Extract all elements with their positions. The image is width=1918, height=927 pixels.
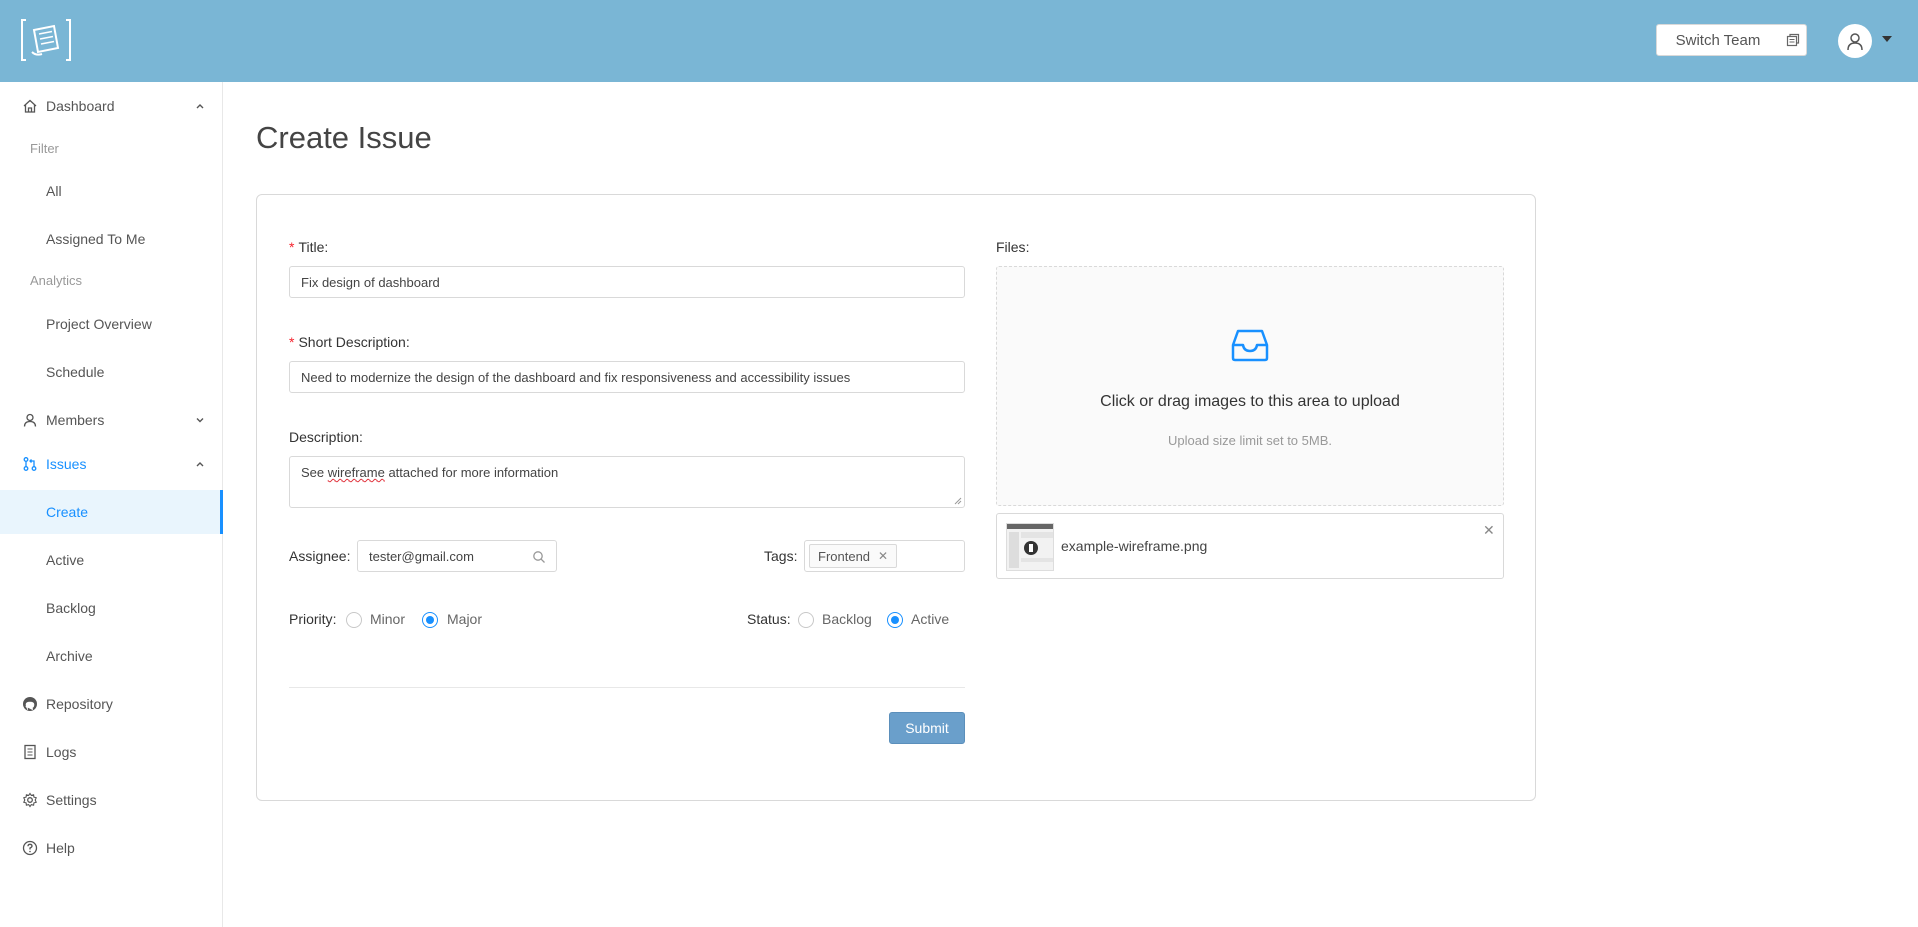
sidebar-item-settings[interactable]: Settings <box>0 778 223 822</box>
search-icon[interactable] <box>532 550 546 564</box>
user-icon <box>1847 33 1863 51</box>
sidebar-item-active[interactable]: Active <box>0 538 223 582</box>
sidebar-item-schedule[interactable]: Schedule <box>0 350 223 394</box>
files-label: Files: <box>996 239 1030 255</box>
sidebar-item-label: Schedule <box>46 364 105 380</box>
question-circle-icon <box>22 840 38 856</box>
description-text: attached for more information <box>384 465 559 480</box>
sidebar-group-analytics: Analytics <box>30 273 83 288</box>
status-backlog-label[interactable]: Backlog <box>822 611 872 627</box>
assignee-value: tester@gmail.com <box>369 548 474 564</box>
user-avatar[interactable] <box>1838 24 1872 58</box>
assignee-search-input[interactable]: tester@gmail.com <box>357 540 557 572</box>
sidebar-item-dashboard[interactable]: Dashboard <box>0 84 223 128</box>
sidebar-item-label: Active <box>46 552 85 568</box>
sidebar-item-assigned-to-me[interactable]: Assigned To Me <box>0 217 223 261</box>
sidebar-item-members[interactable]: Members <box>0 398 223 442</box>
priority-major-label[interactable]: Major <box>447 611 482 627</box>
sidebar: Dashboard Filter All Assigned To Me Anal… <box>0 82 223 927</box>
sidebar-item-label: Settings <box>46 792 97 808</box>
page-title: Create Issue <box>256 120 432 155</box>
uploaded-file-item[interactable]: example-wireframe.png ✕ <box>996 513 1504 579</box>
sidebar-item-label: All <box>46 183 62 199</box>
sidebar-item-label: Archive <box>46 648 93 664</box>
status-active-label[interactable]: Active <box>911 611 949 627</box>
form-divider <box>289 687 965 688</box>
status-backlog-radio[interactable] <box>798 612 814 628</box>
description-text: See <box>301 465 328 480</box>
user-icon <box>23 413 37 427</box>
sidebar-item-label: Project Overview <box>46 316 152 332</box>
tag-label: Frontend <box>818 548 871 564</box>
sidebar-item-logs[interactable]: Logs <box>0 730 223 774</box>
sidebar-item-create[interactable]: Create <box>0 490 223 534</box>
chevron-up-icon <box>196 104 204 109</box>
sidebar-item-label: Dashboard <box>46 98 115 114</box>
close-icon[interactable]: ✕ <box>1483 522 1495 539</box>
app-logo[interactable] <box>20 18 72 62</box>
tag-frontend: Frontend ✕ <box>809 544 898 568</box>
sidebar-item-project-overview[interactable]: Project Overview <box>0 302 223 346</box>
file-name: example-wireframe.png <box>1061 538 1208 554</box>
github-icon <box>23 697 37 711</box>
short-description-input[interactable]: Need to modernize the design of the dash… <box>289 361 965 393</box>
title-label: * Title: <box>289 239 329 255</box>
description-misspelled-word: wireframe <box>327 465 385 480</box>
priority-minor-radio[interactable] <box>346 612 362 628</box>
sidebar-item-label: Repository <box>46 696 113 712</box>
switch-team-button[interactable]: Switch Team <box>1656 24 1780 56</box>
status-label: Status: <box>747 611 791 627</box>
inbox-icon <box>1231 329 1269 362</box>
status-active-radio[interactable] <box>887 612 903 628</box>
priority-minor-label[interactable]: Minor <box>370 611 405 627</box>
priority-major-radio[interactable] <box>422 612 438 628</box>
sidebar-item-label: Issues <box>46 456 87 472</box>
chevron-down-icon <box>196 418 204 423</box>
tags-label: Tags: <box>764 548 798 564</box>
sidebar-item-label: Help <box>46 840 75 856</box>
sidebar-item-label: Members <box>46 412 105 428</box>
description-label: Description: <box>289 429 363 445</box>
home-icon <box>23 99 37 113</box>
sidebar-item-all[interactable]: All <box>0 169 223 213</box>
file-dropzone[interactable]: Click or drag images to this area to upl… <box>996 266 1504 506</box>
sidebar-item-archive[interactable]: Archive <box>0 634 223 678</box>
top-bar: Switch Team <box>0 0 1918 82</box>
switch-team-icon-button[interactable] <box>1779 24 1807 56</box>
chevron-up-icon <box>196 462 204 467</box>
sidebar-item-label: Backlog <box>46 600 96 616</box>
title-input[interactable]: Fix design of dashboard <box>289 266 965 298</box>
file-thumbnail <box>1006 523 1054 571</box>
close-icon[interactable]: ✕ <box>878 549 888 563</box>
sidebar-item-label: Logs <box>46 744 77 760</box>
window-icon <box>1786 33 1799 47</box>
description-textarea[interactable]: See wireframe attached for more informat… <box>289 456 965 508</box>
resize-grip-icon[interactable] <box>953 496 962 505</box>
sidebar-group-filter: Filter <box>30 141 59 156</box>
submit-button[interactable]: Submit <box>889 712 965 744</box>
sidebar-item-label: Assigned To Me <box>46 231 146 247</box>
sidebar-item-help[interactable]: Help <box>0 826 223 870</box>
dropzone-text: Click or drag images to this area to upl… <box>1100 393 1400 410</box>
priority-label: Priority: <box>289 611 337 627</box>
sidebar-item-repository[interactable]: Repository <box>0 682 223 726</box>
assignee-label: Assignee: <box>289 548 351 564</box>
sidebar-item-issues[interactable]: Issues <box>0 442 223 486</box>
dropzone-hint: Upload size limit set to 5MB. <box>1167 433 1332 448</box>
short-description-label: * Short Description: <box>289 334 410 350</box>
sidebar-item-label: Create <box>46 504 89 520</box>
caret-down-icon[interactable] <box>1882 36 1892 42</box>
document-icon <box>24 744 36 760</box>
gear-icon <box>23 792 37 808</box>
pull-request-icon <box>23 457 37 471</box>
sidebar-item-backlog[interactable]: Backlog <box>0 586 223 630</box>
